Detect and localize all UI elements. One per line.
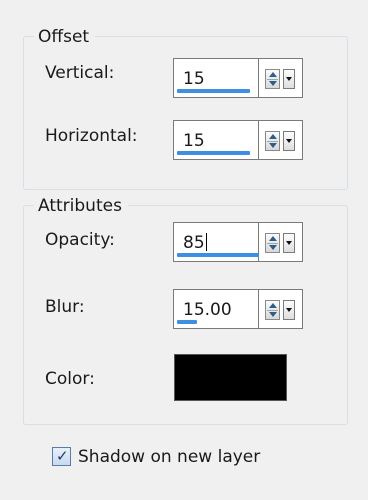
vertical-value: 15 (183, 69, 205, 89)
offset-group-title: Offset (34, 26, 96, 48)
horizontal-dropdown-icon[interactable] (283, 131, 295, 151)
vertical-spin-icon[interactable] (265, 69, 280, 89)
blur-spin-area (259, 289, 303, 329)
opacity-input[interactable]: 85 (173, 222, 288, 262)
opacity-dropdown-icon[interactable] (283, 233, 295, 253)
horizontal-slider-bar[interactable] (177, 151, 250, 155)
vertical-slider-bar[interactable] (177, 89, 250, 93)
horizontal-spin-icon[interactable] (265, 131, 280, 151)
blur-value: 15.00 (183, 300, 232, 320)
opacity-label: Opacity: (45, 230, 115, 250)
horizontal-label: Horizontal: (45, 126, 138, 146)
color-swatch[interactable] (174, 354, 287, 401)
horizontal-field: 15 (173, 120, 303, 160)
color-label: Color: (45, 369, 95, 389)
blur-spin-icon[interactable] (265, 300, 280, 320)
blur-dropdown-icon[interactable] (283, 300, 295, 320)
opacity-value: 85 (183, 233, 207, 253)
shadow-new-layer-checkbox[interactable]: ✓ (52, 447, 71, 466)
attributes-group-title: Attributes (34, 195, 128, 217)
opacity-spin-area (259, 222, 303, 262)
vertical-field: 15 (173, 58, 303, 98)
horizontal-value: 15 (183, 131, 205, 151)
vertical-input[interactable]: 15 (173, 58, 259, 98)
horizontal-spin-area (259, 120, 303, 160)
opacity-spin-icon[interactable] (265, 233, 280, 253)
checkmark-icon: ✓ (56, 447, 69, 465)
horizontal-input[interactable]: 15 (173, 120, 259, 160)
blur-field: 15.00 (173, 289, 303, 329)
text-caret (205, 233, 207, 251)
vertical-label: Vertical: (45, 63, 115, 83)
blur-label: Blur: (45, 297, 85, 317)
vertical-spin-area (259, 58, 303, 98)
shadow-new-layer-label[interactable]: Shadow on new layer (78, 446, 260, 468)
blur-slider-bar[interactable] (177, 320, 197, 324)
vertical-dropdown-icon[interactable] (283, 69, 295, 89)
opacity-field: 85 (173, 222, 303, 262)
blur-input[interactable]: 15.00 (173, 289, 259, 329)
